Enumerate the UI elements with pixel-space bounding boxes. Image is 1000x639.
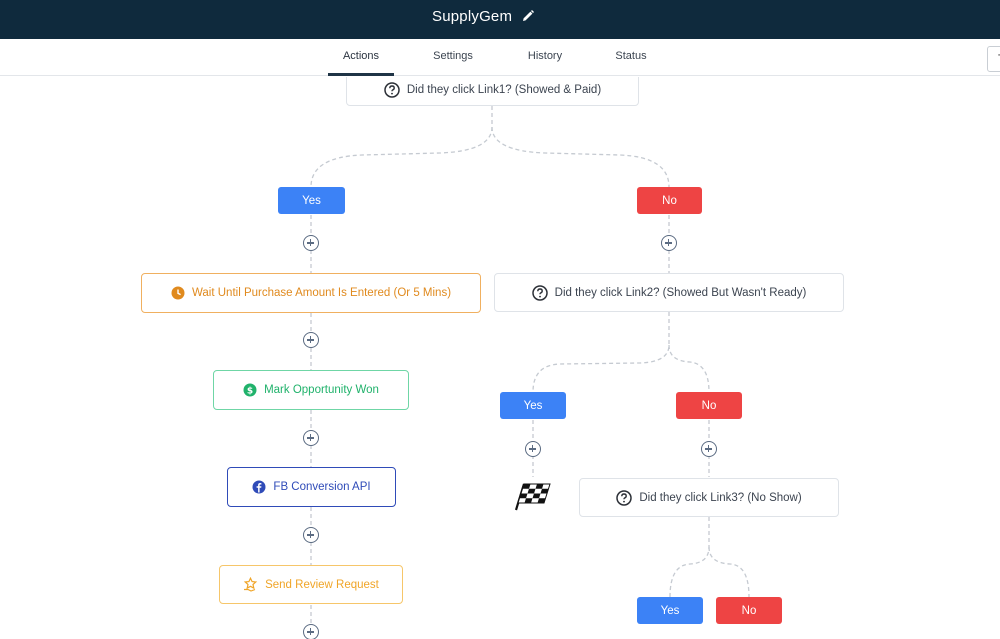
branch-no-link1[interactable]: No bbox=[637, 187, 702, 214]
review-request-label: Send Review Request bbox=[265, 578, 379, 591]
pencil-icon[interactable] bbox=[521, 9, 535, 23]
question-circle-icon bbox=[384, 81, 400, 98]
condition-node-link2[interactable]: Did they click Link2? (Showed But Wasn't… bbox=[494, 273, 844, 312]
wait-step-node[interactable]: Wait Until Purchase Amount Is Entered (O… bbox=[141, 273, 481, 313]
top-header: SupplyGem bbox=[0, 0, 1000, 39]
plus-circle-icon[interactable] bbox=[303, 332, 319, 348]
connector-lines bbox=[310, 106, 750, 639]
branch-yes-link1[interactable]: Yes bbox=[278, 187, 345, 214]
plus-circle-icon[interactable] bbox=[303, 624, 319, 639]
plus-circle-icon[interactable] bbox=[661, 235, 677, 251]
tab-actions[interactable]: Actions bbox=[328, 39, 394, 76]
branch-yes-link2[interactable]: Yes bbox=[500, 392, 566, 419]
fb-conversion-node[interactable]: FB Conversion API bbox=[227, 467, 396, 507]
condition-label: Did they click Link1? (Showed & Paid) bbox=[406, 83, 602, 96]
mark-won-node[interactable]: $ Mark Opportunity Won bbox=[213, 370, 409, 410]
clock-icon bbox=[171, 286, 185, 300]
fb-conversion-label: FB Conversion API bbox=[273, 481, 371, 493]
workflow-canvas[interactable]: Did they click Link1? (Showed & Paid) Ye… bbox=[0, 77, 1000, 639]
tab-bar: Actions Settings History Status bbox=[0, 39, 1000, 76]
mark-won-label: Mark Opportunity Won bbox=[264, 384, 379, 396]
tab-history[interactable]: History bbox=[516, 39, 574, 76]
wait-step-label: Wait Until Purchase Amount Is Entered (O… bbox=[191, 287, 452, 299]
branch-no-link3[interactable]: No bbox=[716, 597, 782, 624]
dollar-circle-icon: $ bbox=[243, 383, 257, 397]
branch-yes-link3[interactable]: Yes bbox=[637, 597, 703, 624]
star-hand-icon bbox=[243, 577, 258, 592]
branch-no-link2[interactable]: No bbox=[676, 392, 742, 419]
condition-label: Did they click Link3? (No Show) bbox=[639, 491, 802, 504]
condition-label: Did they click Link2? (Showed But Wasn't… bbox=[554, 286, 807, 299]
svg-text:$: $ bbox=[247, 386, 253, 396]
question-circle-icon bbox=[616, 489, 633, 506]
review-request-node[interactable]: Send Review Request bbox=[219, 565, 403, 604]
condition-node-link3[interactable]: Did they click Link3? (No Show) bbox=[579, 478, 839, 517]
question-circle-icon bbox=[531, 284, 548, 301]
plus-circle-icon[interactable] bbox=[701, 441, 717, 457]
condition-node-link1[interactable]: Did they click Link1? (Showed & Paid) bbox=[346, 77, 639, 106]
tab-settings[interactable]: Settings bbox=[424, 39, 482, 76]
plus-circle-icon[interactable] bbox=[303, 527, 319, 543]
plus-circle-icon[interactable] bbox=[303, 430, 319, 446]
plus-circle-icon[interactable] bbox=[525, 441, 541, 457]
toolbar-corner-button[interactable]: T bbox=[987, 46, 1000, 72]
workflow-builder: SupplyGem Actions Settings History Statu… bbox=[0, 0, 1000, 639]
tab-status[interactable]: Status bbox=[604, 39, 658, 76]
checkered-flag-icon bbox=[514, 483, 551, 511]
plus-circle-icon[interactable] bbox=[303, 235, 319, 251]
workflow-title[interactable]: SupplyGem bbox=[432, 8, 512, 25]
facebook-icon bbox=[252, 480, 266, 494]
